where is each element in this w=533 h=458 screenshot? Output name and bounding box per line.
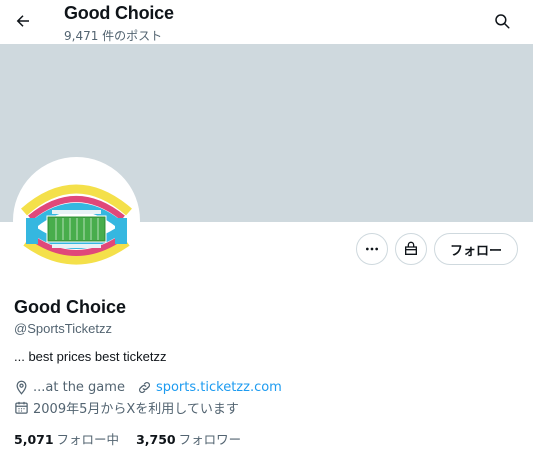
followers-link[interactable]: 3,750 フォロワー	[136, 429, 241, 448]
post-count: 9,471 件のポスト	[64, 29, 163, 43]
following-count: 5,071	[14, 432, 54, 447]
profile-bio: ... best prices best ticketzz	[14, 349, 167, 364]
top-bar: Good Choice 9,471 件のポスト	[0, 0, 533, 44]
arrow-left-icon	[16, 15, 29, 27]
profile-name: Good Choice	[14, 297, 126, 317]
more-button[interactable]	[356, 233, 388, 265]
profile-meta-joined: 2009年5月からXを利用しています	[14, 398, 239, 417]
location-icon	[16, 380, 27, 395]
following-link[interactable]: 5,071 フォロー中	[14, 429, 119, 448]
followers-label: フォロワー	[178, 432, 242, 447]
follow-button[interactable]: フォロー	[434, 233, 518, 265]
link-icon	[138, 381, 150, 393]
following-label: フォロー中	[56, 432, 120, 447]
page-title: Good Choice	[64, 3, 174, 23]
profile-handle: @SportsTicketzz	[14, 321, 112, 336]
search-button[interactable]	[489, 8, 515, 34]
profile-joined-date: 2009年5月からXを利用しています	[33, 401, 239, 417]
search-icon	[495, 14, 510, 29]
followers-count: 3,750	[136, 432, 176, 447]
profile-website-link[interactable]: sports.ticketzz.com	[156, 380, 282, 395]
stadium-seating-map	[16, 160, 137, 281]
back-button[interactable]	[10, 8, 36, 34]
profile-location: ...at the game	[33, 379, 125, 395]
profile-stats: 5,071 フォロー中 3,750 フォロワー	[14, 429, 258, 448]
shop-button[interactable]	[395, 233, 427, 265]
calendar-icon	[15, 401, 28, 414]
profile-avatar[interactable]	[13, 157, 140, 284]
shop-icon	[405, 241, 417, 255]
profile-meta-location-website: ...at the game sports.ticketzz.com	[14, 378, 282, 396]
more-icon	[366, 247, 378, 251]
